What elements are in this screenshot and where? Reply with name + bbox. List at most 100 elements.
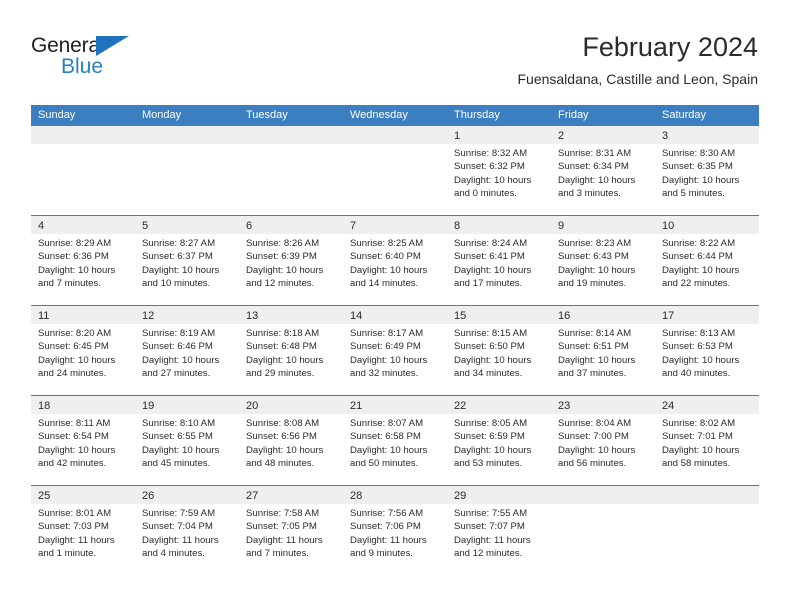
- daylight-text: and 10 minutes.: [142, 278, 211, 290]
- calendar-day-cell[interactable]: 4 Sunrise: 8:29 AM Sunset: 6:36 PM Daylight…: [31, 216, 135, 305]
- daylight-text: Daylight: 10 hours: [662, 264, 740, 276]
- sunrise-text: Sunrise: 7:55 AM: [454, 508, 528, 519]
- calendar-day-cell[interactable]: 9 Sunrise: 8:23 AM Sunset: 6:43 PM Daylight…: [551, 216, 655, 305]
- sunrise-text: Sunrise: 8:11 AM: [38, 418, 111, 429]
- sunset-text: Sunset: 7:00 PM: [558, 431, 629, 443]
- calendar-day-cell[interactable]: 14 Sunrise: 8:17 AM Sunset: 6:49 PM Dayligh…: [343, 306, 447, 395]
- calendar-day-cell[interactable]: 18 Sunrise: 8:11 AM Sunset: 6:54 PM Dayligh…: [31, 396, 135, 485]
- daylight-text: Daylight: 10 hours: [350, 444, 428, 456]
- calendar-day-cell[interactable]: 10 Sunrise: 8:22 AM Sunset: 6:44 PM Dayligh…: [655, 216, 759, 305]
- day-number: 14: [350, 310, 363, 322]
- sunrise-text: Sunrise: 8:29 AM: [38, 238, 112, 249]
- day-number-band: 18: [31, 396, 135, 414]
- sunset-text: Sunset: 6:50 PM: [454, 341, 525, 353]
- sunrise-text: Sunrise: 8:15 AM: [454, 328, 528, 339]
- weekday-header-tuesday: Tuesday: [246, 109, 288, 121]
- daylight-text: and 0 minutes.: [454, 188, 517, 200]
- day-details: Sunrise: 8:04 AM Sunset: 7:00 PM Daylight:…: [551, 414, 655, 471]
- daylight-text: Daylight: 10 hours: [142, 444, 220, 456]
- day-number: 8: [454, 220, 461, 232]
- daylight-text: Daylight: 11 hours: [142, 534, 219, 546]
- day-number-band: [239, 126, 343, 144]
- calendar-day-cell[interactable]: 24 Sunrise: 8:02 AM Sunset: 7:01 PM Dayligh…: [655, 396, 759, 485]
- sunset-text: Sunset: 6:49 PM: [350, 341, 421, 353]
- daylight-text: Daylight: 10 hours: [142, 264, 220, 276]
- day-number-band: 8: [447, 216, 551, 234]
- calendar-day-cell[interactable]: 11 Sunrise: 8:20 AM Sunset: 6:45 PM Dayligh…: [31, 306, 135, 395]
- daylight-text: Daylight: 10 hours: [38, 264, 116, 276]
- calendar-day-cell[interactable]: 20 Sunrise: 8:08 AM Sunset: 6:56 PM Dayligh…: [239, 396, 343, 485]
- daylight-text: Daylight: 10 hours: [142, 354, 220, 366]
- daylight-text: Daylight: 10 hours: [350, 354, 428, 366]
- weekday-header-row: Sunday Monday Tuesday Wednesday Thursday…: [31, 105, 759, 126]
- calendar-day-cell[interactable]: 2 Sunrise: 8:31 AM Sunset: 6:34 PM Daylight…: [551, 126, 655, 215]
- general-blue-logo[interactable]: General Blue: [31, 34, 151, 82]
- daylight-text: Daylight: 10 hours: [38, 444, 116, 456]
- calendar-day-cell[interactable]: 12 Sunrise: 8:19 AM Sunset: 6:46 PM Dayligh…: [135, 306, 239, 395]
- calendar-day-cell[interactable]: 21 Sunrise: 8:07 AM Sunset: 6:58 PM Dayligh…: [343, 396, 447, 485]
- calendar-day-cell[interactable]: 23 Sunrise: 8:04 AM Sunset: 7:00 PM Dayligh…: [551, 396, 655, 485]
- day-number: 27: [246, 490, 259, 502]
- day-details: Sunrise: 8:14 AM Sunset: 6:51 PM Daylight:…: [551, 324, 655, 381]
- calendar-page: General Blue February 2024 Fuensaldana, …: [0, 0, 792, 612]
- daylight-text: Daylight: 11 hours: [38, 534, 115, 546]
- sunrise-text: Sunrise: 7:56 AM: [350, 508, 424, 519]
- calendar-day-cell[interactable]: 28 Sunrise: 7:56 AM Sunset: 7:06 PM Dayligh…: [343, 486, 447, 575]
- calendar-day-cell[interactable]: 7 Sunrise: 8:25 AM Sunset: 6:40 PM Daylight…: [343, 216, 447, 305]
- sunset-text: Sunset: 6:55 PM: [142, 431, 213, 443]
- sunset-text: Sunset: 6:54 PM: [38, 431, 109, 443]
- day-number: 2: [558, 130, 565, 142]
- day-number-band: 27: [239, 486, 343, 504]
- day-number-band: 9: [551, 216, 655, 234]
- calendar-day-cell[interactable]: 5 Sunrise: 8:27 AM Sunset: 6:37 PM Daylight…: [135, 216, 239, 305]
- calendar-day-cell[interactable]: 27 Sunrise: 7:58 AM Sunset: 7:05 PM Dayligh…: [239, 486, 343, 575]
- day-number: 17: [662, 310, 675, 322]
- daylight-text: and 50 minutes.: [350, 458, 419, 470]
- daylight-text: and 34 minutes.: [454, 368, 523, 380]
- calendar-day-cell[interactable]: 6 Sunrise: 8:26 AM Sunset: 6:39 PM Daylight…: [239, 216, 343, 305]
- daylight-text: and 12 minutes.: [246, 278, 315, 290]
- day-details: Sunrise: 8:25 AM Sunset: 6:40 PM Daylight:…: [343, 234, 447, 291]
- sunset-text: Sunset: 6:32 PM: [454, 161, 525, 173]
- calendar-day-cell-empty: [31, 126, 135, 215]
- daylight-text: Daylight: 10 hours: [662, 444, 740, 456]
- sunset-text: Sunset: 6:51 PM: [558, 341, 629, 353]
- day-number: 5: [142, 220, 149, 232]
- sunrise-text: Sunrise: 8:07 AM: [350, 418, 424, 429]
- calendar-day-cell[interactable]: 25 Sunrise: 8:01 AM Sunset: 7:03 PM Dayligh…: [31, 486, 135, 575]
- sunrise-text: Sunrise: 8:25 AM: [350, 238, 424, 249]
- calendar-day-cell[interactable]: 15 Sunrise: 8:15 AM Sunset: 6:50 PM Dayligh…: [447, 306, 551, 395]
- daylight-text: and 4 minutes.: [142, 548, 205, 560]
- daylight-text: Daylight: 11 hours: [454, 534, 531, 546]
- calendar-day-cell[interactable]: 8 Sunrise: 8:24 AM Sunset: 6:41 PM Daylight…: [447, 216, 551, 305]
- calendar-day-cell[interactable]: 26 Sunrise: 7:59 AM Sunset: 7:04 PM Dayligh…: [135, 486, 239, 575]
- daylight-text: and 27 minutes.: [142, 368, 211, 380]
- daylight-text: Daylight: 10 hours: [246, 354, 324, 366]
- sunrise-text: Sunrise: 8:05 AM: [454, 418, 528, 429]
- daylight-text: Daylight: 10 hours: [246, 444, 324, 456]
- calendar-day-cell[interactable]: 3 Sunrise: 8:30 AM Sunset: 6:35 PM Daylight…: [655, 126, 759, 215]
- calendar-day-cell[interactable]: 1 Sunrise: 8:32 AM Sunset: 6:32 PM Daylight…: [447, 126, 551, 215]
- calendar-day-cell[interactable]: 16 Sunrise: 8:14 AM Sunset: 6:51 PM Dayligh…: [551, 306, 655, 395]
- calendar-grid: Sunday Monday Tuesday Wednesday Thursday…: [31, 105, 759, 575]
- sunrise-text: Sunrise: 8:27 AM: [142, 238, 216, 249]
- day-number-band: 21: [343, 396, 447, 414]
- calendar-day-cell[interactable]: 22 Sunrise: 8:05 AM Sunset: 6:59 PM Dayligh…: [447, 396, 551, 485]
- sunset-text: Sunset: 7:05 PM: [246, 521, 317, 533]
- daylight-text: and 40 minutes.: [662, 368, 731, 380]
- day-number-band: 20: [239, 396, 343, 414]
- day-details: Sunrise: 8:10 AM Sunset: 6:55 PM Daylight:…: [135, 414, 239, 471]
- day-number-band: 28: [343, 486, 447, 504]
- day-number: 18: [38, 400, 51, 412]
- calendar-day-cell[interactable]: 29 Sunrise: 7:55 AM Sunset: 7:07 PM Dayligh…: [447, 486, 551, 575]
- daylight-text: and 56 minutes.: [558, 458, 627, 470]
- day-details: Sunrise: 8:19 AM Sunset: 6:46 PM Daylight:…: [135, 324, 239, 381]
- sunrise-text: Sunrise: 8:02 AM: [662, 418, 736, 429]
- daylight-text: Daylight: 10 hours: [454, 174, 532, 186]
- calendar-day-cell[interactable]: 17 Sunrise: 8:13 AM Sunset: 6:53 PM Dayligh…: [655, 306, 759, 395]
- daylight-text: and 42 minutes.: [38, 458, 107, 470]
- calendar-day-cell[interactable]: 13 Sunrise: 8:18 AM Sunset: 6:48 PM Dayligh…: [239, 306, 343, 395]
- calendar-day-cell[interactable]: 19 Sunrise: 8:10 AM Sunset: 6:55 PM Dayligh…: [135, 396, 239, 485]
- day-details: Sunrise: 8:17 AM Sunset: 6:49 PM Daylight:…: [343, 324, 447, 381]
- day-details: Sunrise: 8:02 AM Sunset: 7:01 PM Daylight:…: [655, 414, 759, 471]
